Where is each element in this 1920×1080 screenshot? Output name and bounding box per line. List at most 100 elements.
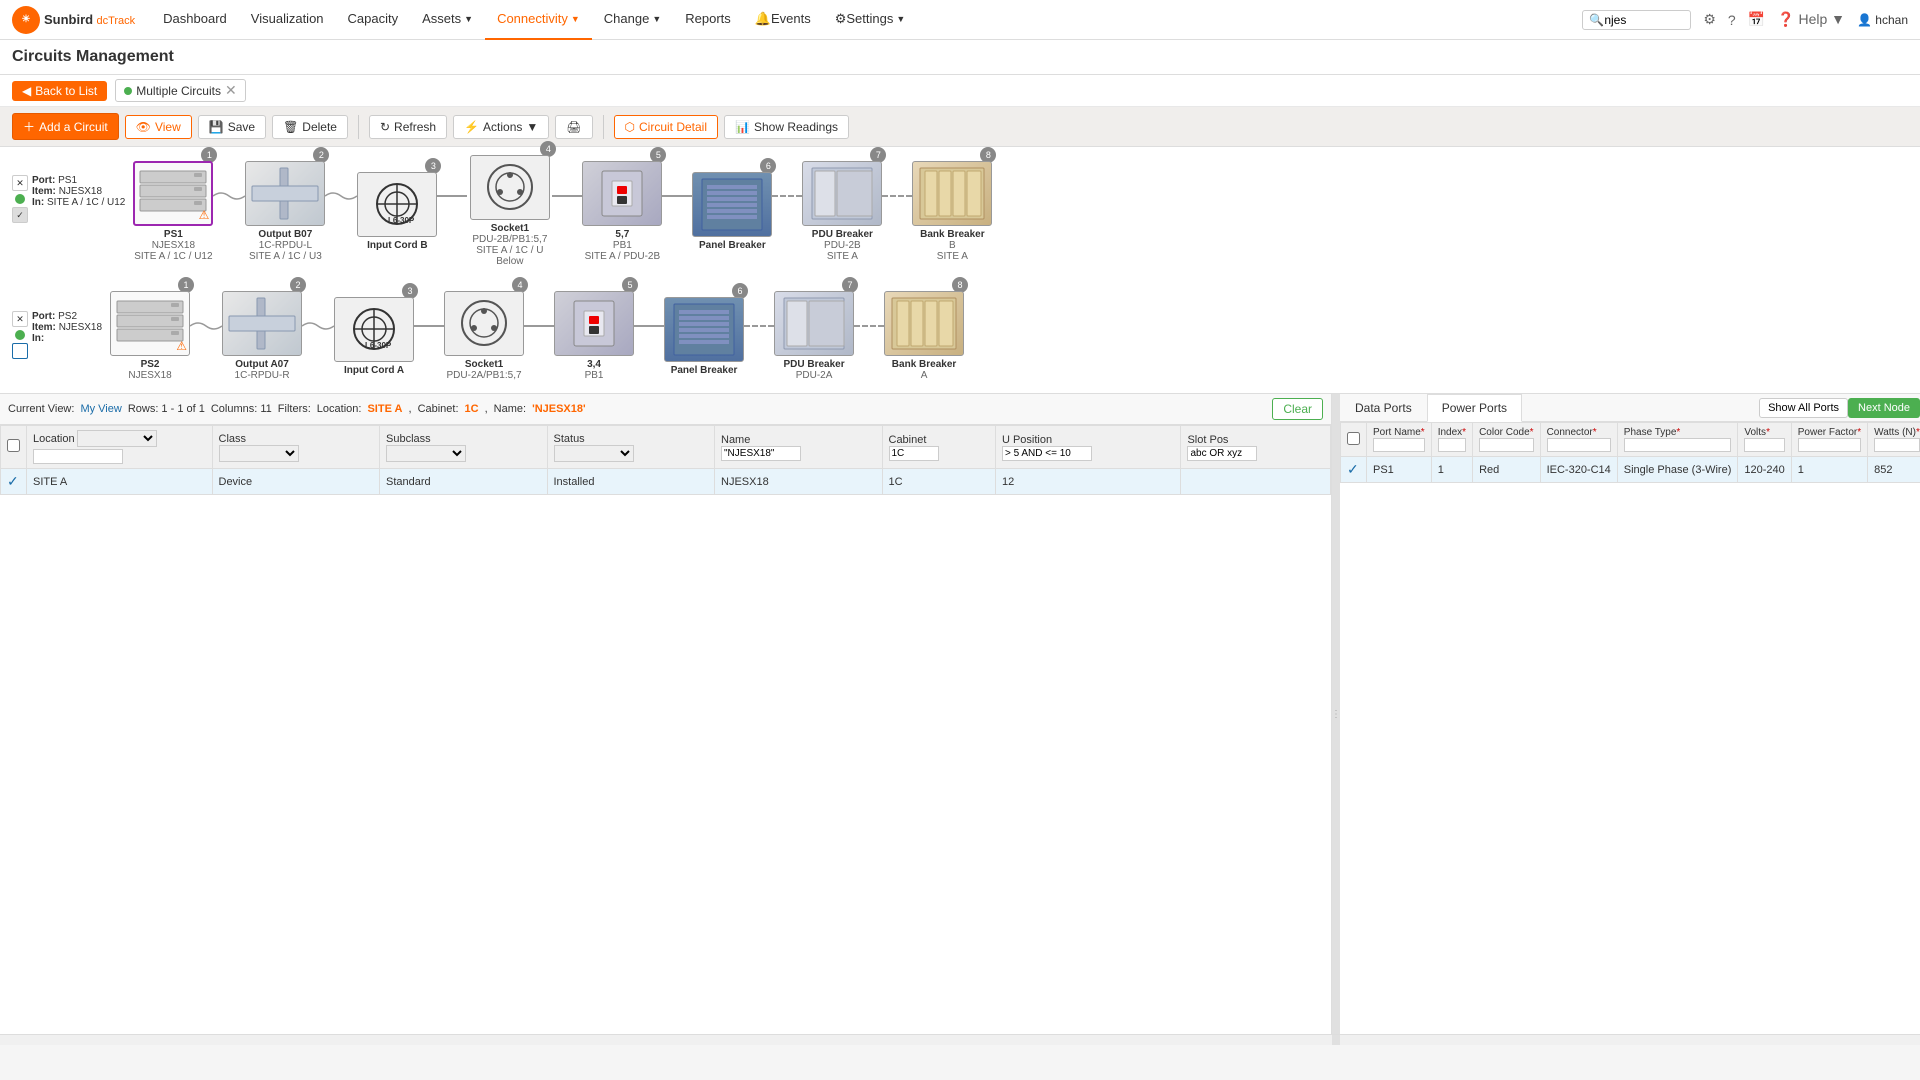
help-query-icon[interactable]: ?: [1728, 12, 1736, 28]
page-title: Circuits Management: [12, 48, 174, 65]
left-scrollbar[interactable]: [0, 1035, 1332, 1045]
filter-cabinet-label: Cabinet:: [418, 403, 459, 415]
circuit1-x-btn[interactable]: ✕: [12, 175, 28, 191]
show-all-ports-button[interactable]: Show All Ports: [1759, 398, 1848, 418]
show-readings-button[interactable]: 📊 Show Readings: [724, 115, 849, 139]
circuit2-node-7[interactable]: 7 PDU Breaker PDU-2A: [774, 291, 854, 381]
add-circuit-button[interactable]: ＋ Add a Circuit: [12, 113, 119, 140]
status-filter-select[interactable]: Installed: [554, 445, 634, 462]
circuit2-node-4[interactable]: 4 Socket1 PDU-2A/PB1:5,7: [444, 291, 524, 381]
uposition-filter-input[interactable]: [1002, 446, 1092, 461]
port-table-row[interactable]: ✓ PS1 1 Red IEC-320-C14 Single Phase (3-…: [1341, 457, 1920, 483]
slotpos-filter-input[interactable]: [1187, 446, 1257, 461]
port-col-check: [1341, 423, 1367, 457]
breadcrumb-bar: ◀ Back to List Multiple Circuits ✕: [0, 75, 1920, 107]
port-row-check[interactable]: ✓: [1341, 457, 1367, 483]
circuit1-node-1[interactable]: 1 ⚠ PS1 NJESX18 SITE A / 1C / U12: [133, 161, 213, 262]
port-volts-filter[interactable]: [1744, 438, 1784, 452]
col-uposition-header: U Position: [995, 426, 1181, 469]
circuit1-node-7[interactable]: 7 PDU Breaker PDU-2B SITE A: [802, 161, 882, 262]
port-select-all[interactable]: [1347, 432, 1360, 445]
calendar-icon[interactable]: 📅: [1748, 11, 1765, 28]
port-col-name: Port Name*: [1367, 423, 1432, 457]
nav-settings[interactable]: ⚙ Settings▼: [823, 0, 918, 40]
settings-icon[interactable]: ⚙: [1703, 11, 1716, 28]
circuit2-node-3[interactable]: 3 L6-30P Input Cord A: [334, 297, 414, 376]
nav-assets[interactable]: Assets▼: [410, 0, 485, 40]
circuit1-node-6[interactable]: 6 Panel Breaker: [692, 172, 772, 251]
nav-capacity[interactable]: Capacity: [336, 0, 411, 40]
nav-reports[interactable]: Reports: [673, 0, 743, 40]
back-to-list-button[interactable]: ◀ Back to List: [12, 81, 107, 101]
circuit-detail-button[interactable]: ⬡ Circuit Detail: [614, 115, 719, 139]
tab-power-ports[interactable]: Power Ports: [1427, 394, 1522, 422]
nav-dashboard[interactable]: Dashboard: [151, 0, 239, 40]
nav-search-box[interactable]: 🔍: [1582, 10, 1691, 30]
circuit1-check-btn[interactable]: ✓: [12, 207, 28, 223]
search-input[interactable]: [1604, 13, 1684, 27]
circuit2-node-6[interactable]: 6 Panel Breaker: [664, 297, 744, 376]
name-filter-input[interactable]: [721, 446, 801, 461]
circuit2-check-btn[interactable]: [12, 343, 28, 359]
nav-visualization[interactable]: Visualization: [239, 0, 336, 40]
class-filter-select[interactable]: Device: [219, 445, 299, 462]
delete-button[interactable]: 🗑 Delete: [272, 115, 348, 139]
right-scrollbar[interactable]: [1340, 1035, 1920, 1045]
circuit2-node-5[interactable]: 5 3,4 PB1: [554, 291, 634, 381]
actions-button[interactable]: ⚡ Actions ▼: [453, 115, 549, 139]
print-button[interactable]: 🖨: [555, 115, 592, 139]
connector-dash-c2-6: [744, 325, 774, 327]
circuit2-node-8[interactable]: 8 Bank Breaker A: [884, 291, 964, 381]
circuit-tag: Multiple Circuits ✕: [115, 79, 245, 102]
circuit1-node-2[interactable]: 2 Output B07 1C-RPDU-L SITE A / 1C / U3: [245, 161, 325, 262]
server-device-img-2: ⚠: [110, 291, 190, 356]
connector-dash-c2-7: [854, 325, 884, 327]
row-check-cell[interactable]: ✓: [1, 469, 27, 495]
circuit2-x-btn[interactable]: ✕: [12, 311, 28, 327]
table-row[interactable]: ✓ SITE A Device Standard Installed NJESX…: [1, 469, 1331, 495]
col-slotpos-header: Slot Pos: [1181, 426, 1331, 469]
top-navigation: ☀ Sunbird dcTrack Dashboard Visualizatio…: [0, 0, 1920, 40]
circuit1-node-3[interactable]: 3 L6-30P Input Cord B: [357, 172, 437, 251]
connector-line-4: [552, 195, 582, 197]
subclass-filter-select[interactable]: Standard: [386, 445, 466, 462]
filter-comma-1: ,: [409, 403, 412, 415]
user-menu[interactable]: 👤 hchan: [1857, 13, 1908, 27]
node-label: Output B07 1C-RPDU-L SITE A / 1C / U3: [249, 229, 322, 262]
refresh-button[interactable]: ↻ Refresh: [369, 115, 447, 139]
location-filter-select[interactable]: [77, 430, 157, 447]
port-name-filter[interactable]: [1373, 438, 1425, 452]
next-node-button[interactable]: Next Node: [1848, 398, 1920, 418]
tab-data-ports[interactable]: Data Ports: [1340, 394, 1427, 421]
port-color-filter[interactable]: [1479, 438, 1534, 452]
port-watts-n-filter[interactable]: [1874, 438, 1920, 452]
clear-filters-button[interactable]: Clear: [1272, 398, 1323, 420]
save-button[interactable]: 💾 Save: [198, 115, 266, 139]
help-btn[interactable]: ❓ Help ▼: [1777, 11, 1845, 28]
port-powerfactor-filter[interactable]: [1798, 438, 1861, 452]
nav-events[interactable]: 🔔 Events: [743, 0, 823, 40]
circuit2-node-1[interactable]: 1 ⚠ PS2 NJESX18: [110, 291, 190, 381]
location-filter-input[interactable]: [33, 449, 123, 464]
nav-connectivity[interactable]: Connectivity▼: [485, 0, 592, 40]
actions-arrow: ▼: [526, 120, 538, 134]
circuit1-node-8[interactable]: 8 Bank Breaker B SITE A: [912, 161, 992, 262]
port-index-filter[interactable]: [1438, 438, 1466, 452]
back-icon: ◀: [22, 84, 31, 98]
circuit1-node-5[interactable]: 5 5,7 PB1 SITE A / PDU-2B: [582, 161, 662, 262]
view-button[interactable]: 👁 View: [125, 115, 192, 139]
filters-label: Filters:: [278, 403, 311, 415]
circuit2-node-2[interactable]: 2 Output A07 1C-RPDU-R: [222, 291, 302, 381]
circuit-close-icon[interactable]: ✕: [225, 82, 237, 99]
nav-change[interactable]: Change▼: [592, 0, 673, 40]
port-connector-filter[interactable]: [1547, 438, 1611, 452]
view-name-link[interactable]: My View: [80, 403, 121, 415]
select-all-checkbox[interactable]: [7, 439, 20, 452]
input-cord-img-2: L6-30P: [334, 297, 414, 362]
panel-divider[interactable]: ⋮: [1332, 394, 1340, 1034]
port-phase-filter[interactable]: [1624, 438, 1732, 452]
cabinet-filter-input[interactable]: [889, 446, 939, 461]
node-label-2: PS2 NJESX18: [128, 359, 171, 381]
circuit1-node-4[interactable]: 4 Socket1 PDU-2B/PB1:5,7 SITE A / 1C / U…: [467, 155, 552, 267]
pdu-breaker-img: [802, 161, 882, 226]
